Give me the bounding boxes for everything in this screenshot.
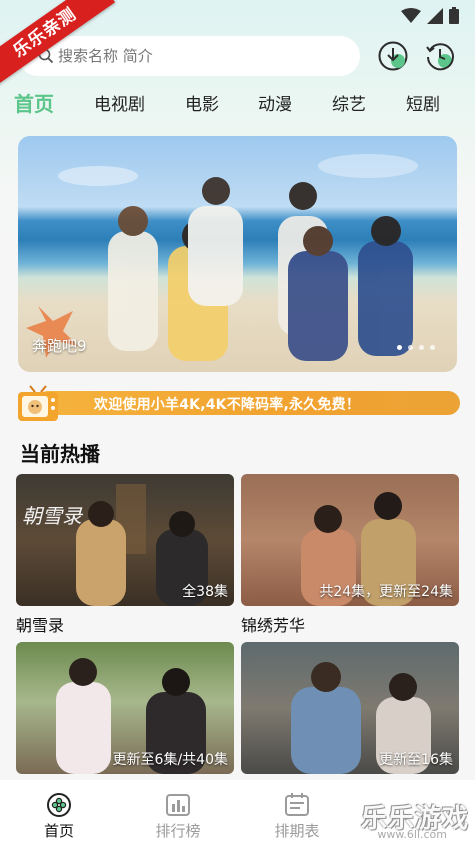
card-title: 锦绣芳华	[241, 616, 306, 635]
hero-banner[interactable]: 奔跑吧9	[18, 136, 457, 372]
poster-title: 朝雪录	[22, 504, 82, 528]
card-thumbnail: 朝雪录 全38集	[16, 474, 234, 606]
card-thumbnail: 更新至16集	[241, 642, 459, 774]
nav-ranking[interactable]: 排行榜	[138, 792, 218, 841]
section-title: 当前热播	[20, 442, 100, 466]
wifi-icon	[401, 7, 421, 23]
calendar-icon	[285, 793, 309, 816]
watermark-url: www.6ll.com	[377, 828, 447, 841]
episode-badge: 更新至16集	[379, 752, 453, 768]
video-card[interactable]: 朝雪录 全38集 朝雪录	[16, 474, 234, 636]
episode-badge: 共24集，更新至24集	[319, 584, 453, 600]
signal-icon	[427, 7, 443, 24]
card-thumbnail: 共24集，更新至24集	[241, 474, 459, 606]
tab-short[interactable]: 短剧	[406, 90, 440, 115]
search-input[interactable]	[58, 47, 318, 65]
nav-home[interactable]: 首页	[19, 792, 99, 841]
nav-label: 首页	[43, 822, 74, 840]
download-icon[interactable]	[377, 40, 409, 72]
nav-label: 排期表	[274, 822, 320, 840]
episode-badge: 全38集	[182, 584, 228, 600]
episode-badge: 更新至6集/共40集	[112, 752, 228, 768]
banner-title: 奔跑吧9	[32, 337, 87, 355]
status-icons	[401, 7, 459, 24]
banner-dot[interactable]	[397, 345, 402, 350]
search-bar[interactable]	[18, 36, 360, 76]
tab-variety[interactable]: 综艺	[332, 90, 366, 115]
video-card[interactable]: 共24集，更新至24集 锦绣芳华	[241, 474, 459, 636]
notice-text: 欢迎使用小羊4K,4K不降码率,永久免费！	[94, 397, 361, 413]
video-card[interactable]: 更新至6集/共40集	[16, 642, 234, 774]
banner-dot[interactable]	[430, 345, 435, 350]
home-icon	[47, 793, 71, 817]
video-card[interactable]: 更新至16集	[241, 642, 459, 774]
history-icon[interactable]	[424, 40, 456, 72]
nav-label: 排行榜	[155, 822, 201, 840]
tab-movie[interactable]: 电影	[185, 90, 219, 115]
banner-dot[interactable]	[408, 345, 413, 350]
site-watermark: 乐乐游戏 www.6ll.com	[351, 798, 471, 844]
notice-banner[interactable]: 欢迎使用小羊4K,4K不降码率,永久免费！	[16, 383, 460, 423]
battery-icon	[449, 7, 459, 24]
banner-dot[interactable]	[419, 345, 424, 350]
tab-home[interactable]: 首页	[14, 88, 54, 117]
tab-tv[interactable]: 电视剧	[94, 90, 145, 115]
card-thumbnail: 更新至6集/共40集	[16, 642, 234, 774]
category-tabs: 首页 电视剧 电影 动漫 综艺 短剧	[0, 90, 475, 120]
card-title: 朝雪录	[16, 616, 65, 635]
tv-icon	[18, 385, 58, 421]
nav-schedule[interactable]: 排期表	[257, 792, 337, 841]
tab-anime[interactable]: 动漫	[258, 90, 292, 115]
chart-icon	[166, 794, 190, 816]
banner-pagination	[397, 345, 435, 350]
